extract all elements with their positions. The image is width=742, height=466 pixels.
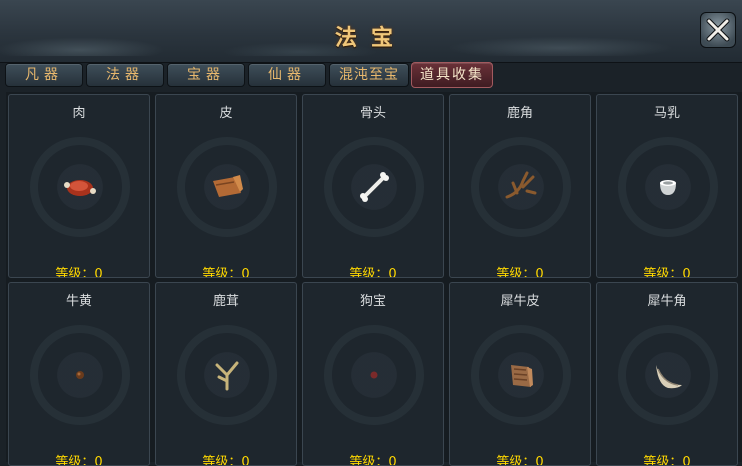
item-card-hide[interactable]: 皮 等级：0 — [155, 94, 297, 278]
item-name: 皮 — [219, 106, 233, 121]
close-icon — [706, 18, 730, 42]
rhino-horn-icon — [656, 365, 682, 389]
item-name: 骨头 — [359, 106, 386, 121]
item-card-dog-bezoar[interactable]: 狗宝 等级：0 — [302, 282, 444, 466]
item-name: 肉 — [72, 106, 86, 121]
tab-chaos-treasure[interactable]: 混沌至宝 — [329, 63, 409, 87]
bone-icon — [360, 172, 389, 202]
item-name: 鹿角 — [506, 106, 533, 121]
close-button[interactable] — [700, 12, 736, 48]
window-header: 法宝 — [0, 0, 742, 63]
hide-scroll-icon — [213, 175, 243, 197]
tab-treasure-gear[interactable]: 宝器 — [167, 63, 245, 87]
window-title: 法宝 — [334, 25, 407, 51]
item-card-mare-milk[interactable]: 马乳 等级：0 — [596, 94, 738, 278]
item-card-bezoar[interactable]: 牛黄 等级：0 — [8, 282, 150, 466]
milk-bowl-icon — [660, 180, 676, 195]
tab-mortal-gear[interactable]: 凡器 — [5, 63, 83, 87]
item-level: 等级：0 — [202, 455, 250, 466]
item-level: 等级：0 — [349, 267, 397, 278]
tab-immortal-gear[interactable]: 仙器 — [248, 63, 326, 87]
item-card-antler[interactable]: 鹿角 等级：0 — [449, 94, 591, 278]
item-level: 等级：0 — [55, 267, 103, 278]
item-name: 犀牛皮 — [500, 294, 540, 309]
item-level: 等级：0 — [496, 455, 544, 466]
item-level: 等级：0 — [349, 455, 397, 466]
item-card-meat[interactable]: 肉 等级：0 — [8, 94, 150, 278]
tab-magic-gear[interactable]: 法器 — [86, 63, 164, 87]
item-name: 鹿茸 — [212, 294, 239, 309]
item-level: 等级：0 — [496, 267, 544, 278]
dog-bezoar-icon — [370, 371, 378, 379]
item-level: 等级：0 — [643, 455, 691, 466]
item-level: 等级：0 — [55, 455, 103, 466]
item-card-rhino-hide[interactable]: 犀牛皮 等级：0 — [449, 282, 591, 466]
antler-icon — [505, 171, 537, 199]
bezoar-icon — [76, 371, 84, 379]
item-level: 等级：0 — [202, 267, 250, 278]
item-card-rhino-horn[interactable]: 犀牛角 等级：0 — [596, 282, 738, 466]
item-name: 马乳 — [653, 106, 680, 121]
velvet-antler-icon — [215, 361, 239, 391]
item-card-bone[interactable]: 骨头 等级：0 — [302, 94, 444, 278]
rhino-hide-icon — [511, 365, 533, 387]
item-name: 牛黄 — [65, 294, 92, 309]
tab-item-collection[interactable]: 道具收集 — [411, 62, 493, 88]
item-grid: 肉 等级：0 皮 等级：0 骨头 等级：0 鹿角 等级：0 马乳 等级：0 牛黄… — [6, 92, 742, 466]
meat-icon — [64, 180, 96, 196]
item-card-velvet-antler[interactable]: 鹿茸 等级：0 — [155, 282, 297, 466]
item-name: 犀牛角 — [647, 294, 687, 309]
item-name: 狗宝 — [359, 294, 386, 309]
item-level: 等级：0 — [643, 267, 691, 278]
